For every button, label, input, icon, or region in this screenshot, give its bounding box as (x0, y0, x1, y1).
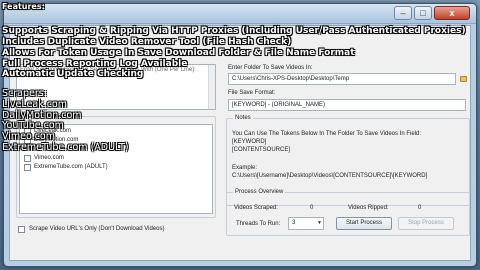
threads-value: 3 (292, 220, 296, 226)
videos-ripped-value: 0 (418, 205, 422, 211)
folder-label: Enter Folder To Save Videos In: (228, 65, 313, 71)
videos-ripped-label: Videos Ripped: (348, 205, 389, 211)
notes-title: Notes (233, 114, 253, 122)
threads-select[interactable]: 3 ▼ (288, 217, 324, 230)
format-label: File Save Format: (228, 90, 276, 96)
scrape-only-checkbox[interactable] (18, 226, 25, 233)
overlay-feature-2: Includes Duplicate Video Remover Tool (F… (2, 37, 292, 47)
overlay-scraper-3: YouTube.com (2, 120, 64, 131)
source-checkbox-extremetube[interactable] (24, 164, 31, 171)
window-controls: – □ x (394, 6, 470, 20)
folder-value: C:\Users\Chris-XPS-Desktop\Desktop\Temp (232, 76, 350, 82)
window-titlebar[interactable]: – □ x (4, 4, 476, 24)
videos-scraped-label: Videos Scraped: (234, 205, 278, 211)
chevron-down-icon: ▼ (317, 220, 322, 226)
source-label-extremetube: ExtremeTube.com (ADULT) (34, 164, 108, 170)
overlay-feature-5: Automatic Update Checking (2, 69, 144, 79)
overlay-scraper-5: ExtremeTube.com (ADULT) (2, 142, 129, 153)
scrape-only-label: Scrape Video URL's Only (Don't Download … (29, 226, 165, 232)
overlay-feature-3: Allows For Token Usage In Save Download … (2, 48, 355, 58)
process-overview-title: Process Overview (233, 188, 286, 196)
overlay-feature-1: Supports Scraping & Ripping Via HTTP Pro… (2, 26, 466, 36)
close-button[interactable]: x (434, 6, 470, 20)
format-input[interactable]: [KEYWORD] - (ORIGINAL_NAME) (228, 99, 466, 111)
folder-input[interactable]: C:\Users\Chris-XPS-Desktop\Desktop\Temp (228, 73, 456, 85)
source-label-vimeo: Vimeo.com (34, 155, 64, 161)
notes-line1: You Can Use The Tokens Below In The Fold… (232, 131, 422, 137)
minimize-button[interactable]: – (394, 6, 412, 20)
overlay-features-heading: Features: (2, 2, 45, 11)
overlay-scraper-4: Vimeo.com (2, 131, 55, 142)
stop-process-button[interactable]: Stop Process (398, 217, 454, 230)
source-checkbox-vimeo[interactable] (24, 155, 31, 162)
format-value: [KEYWORD] - (ORIGINAL_NAME) (232, 102, 326, 108)
maximize-button[interactable]: □ (414, 6, 432, 20)
notes-example-value: C:\Users\[Username]\Desktop\Videos\[CONT… (232, 173, 428, 179)
threads-label: Threads To Run: (236, 221, 281, 227)
keywords-scrollbar[interactable] (208, 65, 215, 109)
overlay-scrapers-heading: Scrapers: (2, 88, 47, 99)
start-process-button[interactable]: Start Process (336, 217, 392, 230)
notes-token2: [CONTENTSOURCE] (232, 147, 291, 153)
notes-token1: [KEYWORD] (232, 139, 267, 145)
browse-folder-icon[interactable] (460, 76, 467, 82)
overlay-scraper-1: LiveLeak.com (2, 99, 68, 110)
videos-scraped-value: 0 (310, 205, 314, 211)
notes-example-label: Example: (232, 165, 258, 171)
